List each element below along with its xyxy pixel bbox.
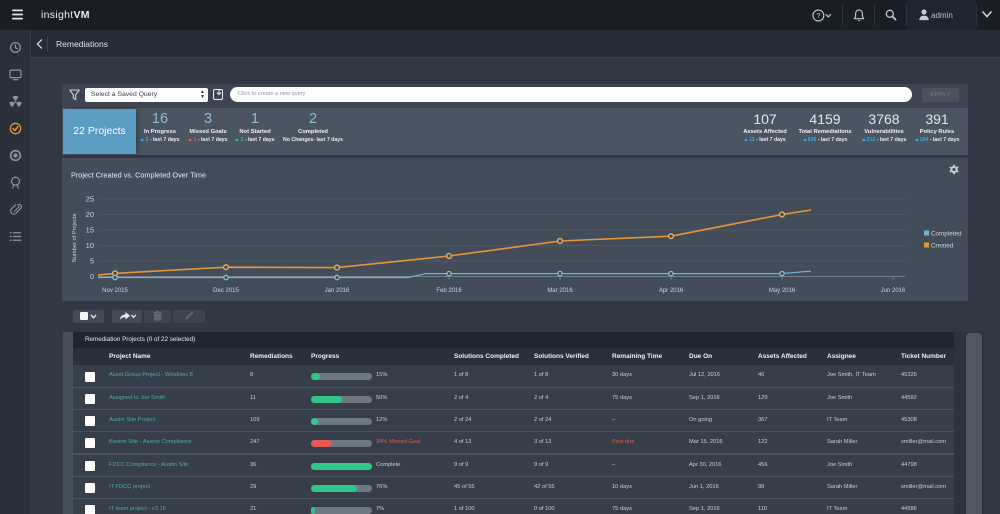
svg-text:25: 25	[86, 195, 94, 204]
svg-text:Mar 2016: Mar 2016	[547, 288, 573, 294]
svg-text:Completed: Completed	[931, 231, 962, 238]
svg-text:15: 15	[86, 226, 94, 235]
svg-text:20: 20	[86, 210, 94, 219]
svg-text:Apr 2016: Apr 2016	[659, 288, 684, 294]
svg-text:Project Created vs. Completed: Project Created vs. Completed Over Time	[71, 171, 206, 180]
svg-text:Feb 2016: Feb 2016	[436, 288, 462, 294]
svg-text:Nov 2015: Nov 2015	[102, 288, 128, 294]
svg-text:?: ?	[816, 11, 820, 20]
svg-text:10: 10	[86, 241, 94, 250]
svg-text:Jun 2016: Jun 2016	[881, 288, 906, 294]
svg-text:May 2016: May 2016	[769, 288, 796, 294]
svg-text:Created: Created	[931, 243, 954, 250]
svg-text:Jan 2016: Jan 2016	[325, 288, 350, 294]
svg-text:Dec 2015: Dec 2015	[213, 288, 239, 294]
svg-text:Number of Projects: Number of Projects	[72, 214, 78, 263]
svg-text:5: 5	[90, 257, 94, 266]
svg-text:0: 0	[90, 272, 94, 281]
